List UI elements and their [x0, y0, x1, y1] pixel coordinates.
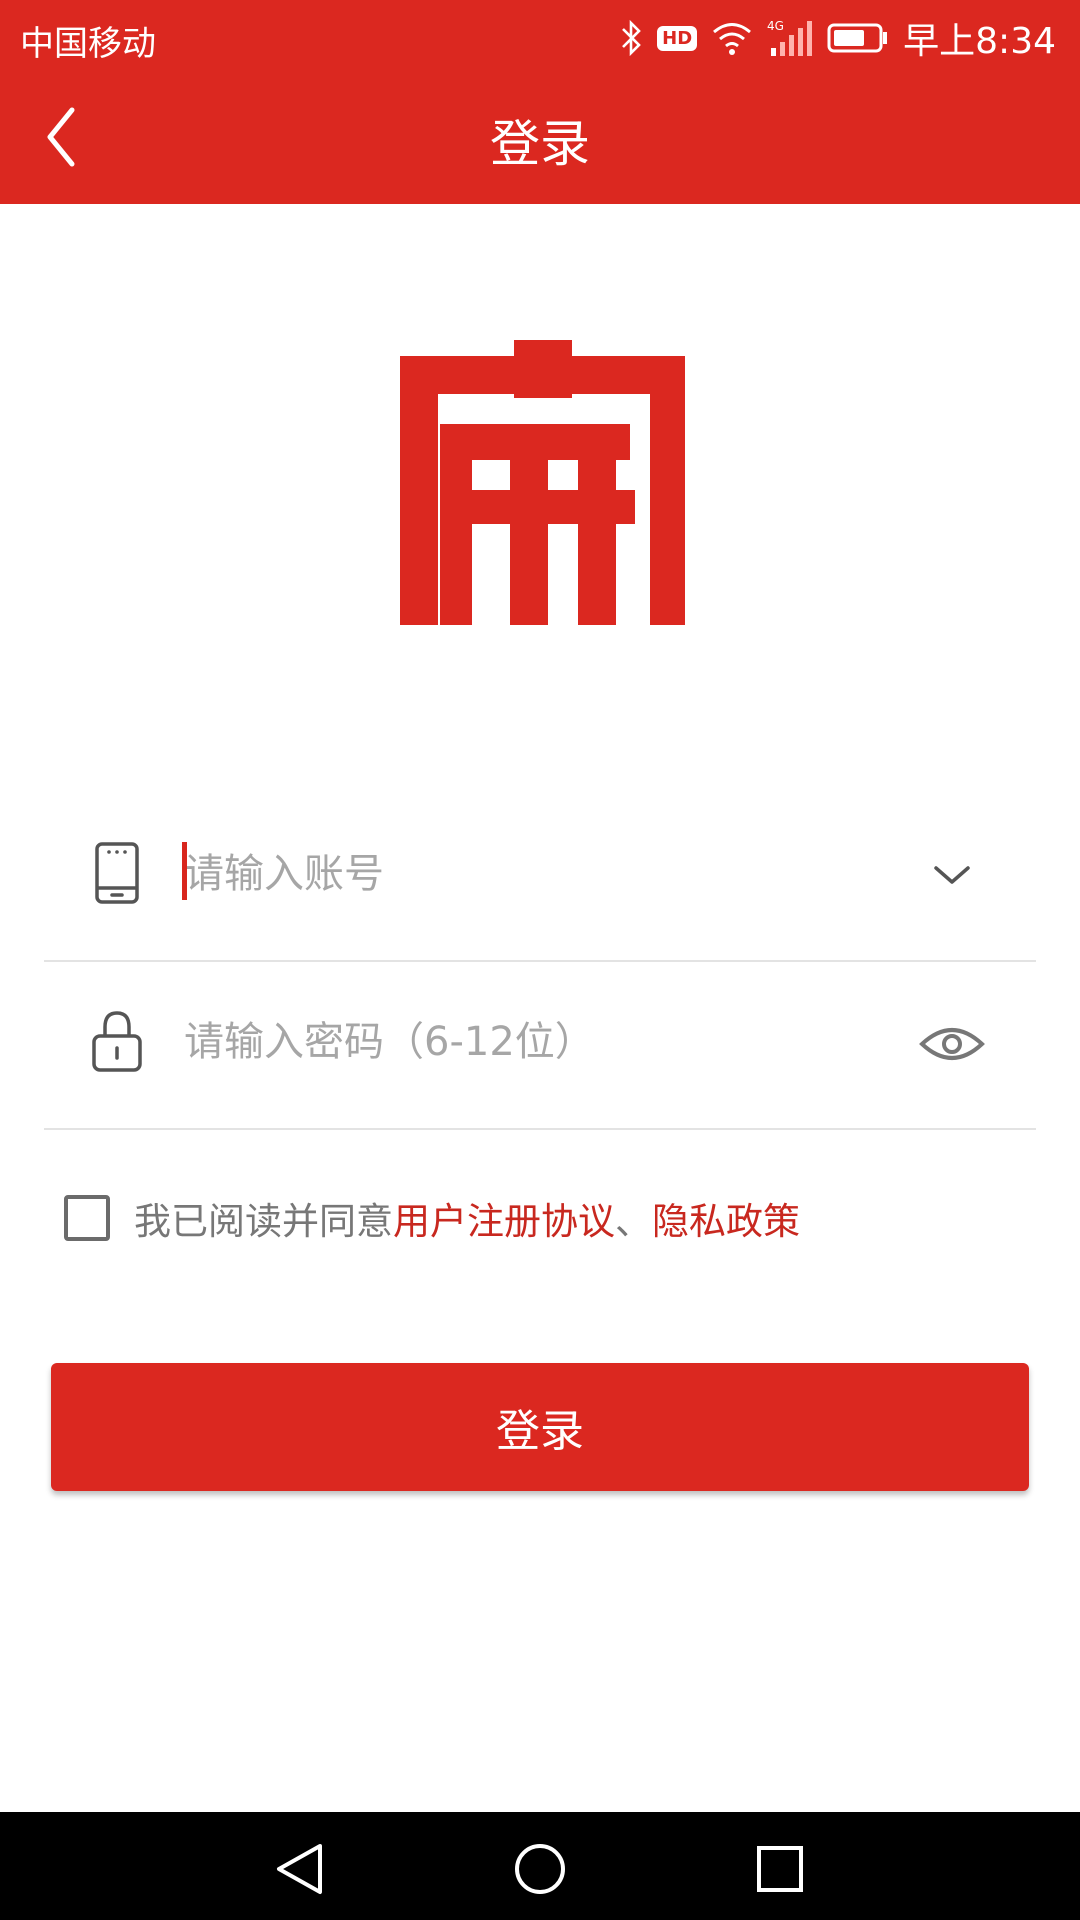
- password-field: [44, 968, 1036, 1130]
- user-agreement-link[interactable]: 用户注册协议: [393, 1191, 615, 1245]
- chevron-down-icon: [934, 866, 970, 884]
- signal-icon: 4G: [767, 19, 813, 56]
- privacy-policy-link[interactable]: 隐私政策: [652, 1191, 800, 1245]
- app-bar: 登录: [0, 74, 1080, 204]
- eye-icon: [919, 1028, 985, 1060]
- account-input[interactable]: [184, 836, 904, 912]
- text-cursor: [182, 842, 187, 900]
- status-bar: 中国移动 HD 4G 早上8:34: [0, 0, 1080, 74]
- agreement-checkbox[interactable]: [64, 1195, 110, 1241]
- bluetooth-icon: [622, 19, 641, 57]
- login-button[interactable]: 登录: [51, 1363, 1029, 1491]
- battery-icon: [827, 23, 888, 53]
- nav-back-icon[interactable]: [265, 1834, 335, 1904]
- agreement-text: 我已阅读并同意: [134, 1200, 393, 1243]
- nav-home-icon[interactable]: [505, 1834, 575, 1904]
- carrier-label: 中国移动: [20, 24, 156, 64]
- phone-icon: [95, 842, 139, 904]
- nav-recent-icon[interactable]: [745, 1834, 815, 1904]
- hd-icon: HD: [657, 25, 698, 51]
- agreement-row: 我已阅读并同意 用户注册协议 、 隐私政策: [64, 1188, 800, 1248]
- status-time: 早上8:34: [903, 21, 1056, 62]
- wifi-icon: [713, 23, 752, 55]
- password-input[interactable]: [184, 1004, 904, 1080]
- toggle-password-visibility-button[interactable]: [912, 1004, 992, 1084]
- account-field: [44, 800, 1036, 962]
- status-icons: HD 4G 早上8:34: [619, 10, 1056, 66]
- page-title: 登录: [490, 115, 590, 173]
- network-type-label: 4G: [767, 19, 784, 33]
- navigation-bar: [0, 1812, 1080, 1920]
- account-dropdown-button[interactable]: [912, 836, 992, 916]
- brand-logo: [400, 340, 685, 625]
- agreement-separator: 、: [615, 1200, 652, 1243]
- lock-icon: [92, 1011, 142, 1072]
